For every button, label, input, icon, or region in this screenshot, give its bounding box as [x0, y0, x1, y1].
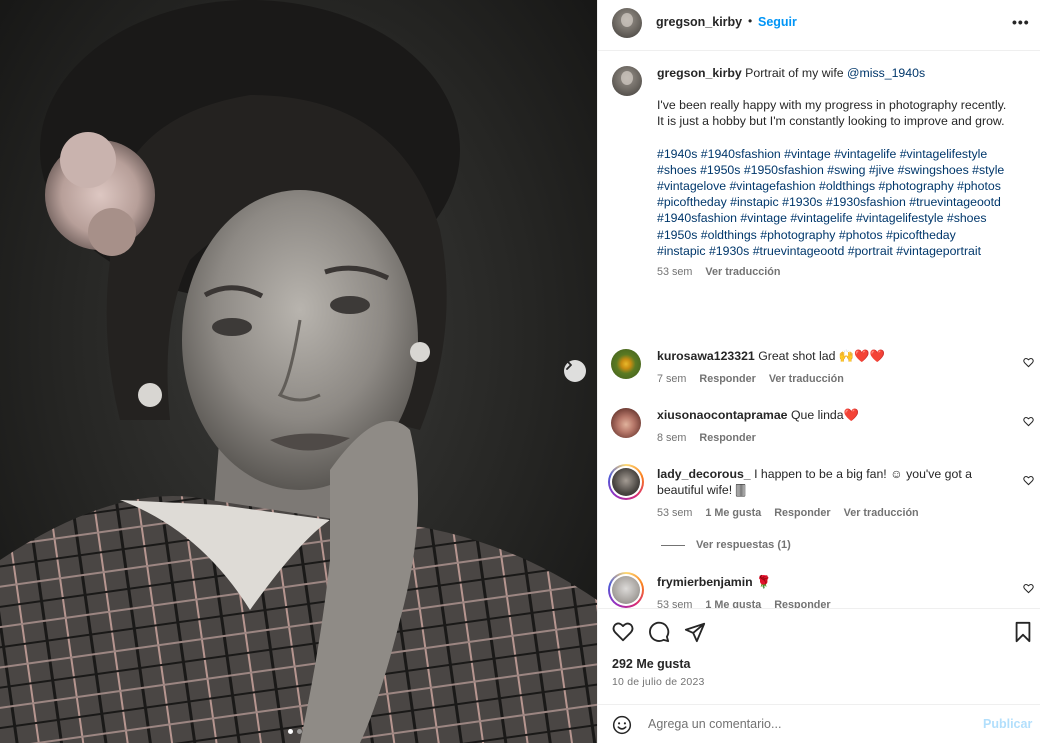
carousel-indicator — [288, 729, 302, 734]
story-ring[interactable] — [608, 464, 644, 500]
caption-line-2: It is just a hobby but I'm constantly lo… — [657, 114, 1005, 129]
comment-heart-icon[interactable] — [1023, 583, 1034, 594]
add-comment-bar: Publicar — [598, 704, 1040, 743]
view-replies-label: Ver respuestas (1) — [696, 539, 791, 551]
carousel-dot-active — [288, 729, 293, 734]
commenter-avatar[interactable] — [611, 408, 641, 438]
reply-button[interactable]: Responder — [774, 507, 830, 519]
caption-time[interactable]: 53 sem — [657, 266, 692, 278]
story-ring[interactable] — [608, 572, 644, 608]
publish-button[interactable]: Publicar — [983, 717, 1032, 731]
comment-meta: 8 sem Responder — [657, 432, 766, 444]
translate-link[interactable]: Ver traducción — [769, 373, 844, 385]
post-caption: gregson_kirby Portrait of my wife @miss_… — [657, 65, 1007, 280]
reply-button[interactable]: Responder — [774, 599, 830, 608]
translate-link[interactable]: Ver traducción — [844, 507, 919, 519]
header-separator: • — [748, 14, 753, 28]
post-photo[interactable] — [0, 0, 597, 743]
comment-body: 🌹 — [756, 575, 772, 589]
more-options-icon[interactable]: ••• — [1012, 14, 1030, 30]
carousel-dot — [297, 729, 302, 734]
reply-button[interactable]: Responder — [699, 432, 755, 444]
bookmark-icon[interactable] — [1013, 621, 1033, 643]
caption-author-avatar[interactable] — [612, 66, 642, 96]
comment-icon[interactable] — [648, 621, 670, 643]
caption-translate-link[interactable]: Ver traducción — [705, 266, 780, 278]
comment-input[interactable] — [648, 713, 968, 735]
view-replies-button[interactable]: Ver respuestas (1) — [661, 539, 791, 551]
comment-username[interactable]: kurosawa123321 — [657, 349, 755, 363]
comment-meta: 7 sem Responder Ver traducción — [657, 373, 854, 385]
comment-time[interactable]: 7 sem — [657, 373, 686, 385]
comment-heart-icon[interactable] — [1023, 475, 1034, 486]
chevron-right-icon — [566, 360, 572, 370]
caption-meta: 53 sem Ver traducción — [657, 264, 1007, 280]
commenter-avatar[interactable] — [611, 349, 641, 379]
comment-username[interactable]: frymierbenjamin — [657, 575, 753, 589]
comment-text: kurosawa123321 Great shot lad 🙌❤️❤️ — [657, 348, 997, 364]
comment-time[interactable]: 53 sem — [657, 507, 692, 519]
comment-username[interactable]: xiusonaocontapramae — [657, 408, 788, 422]
caption-mention[interactable]: @miss_1940s — [847, 66, 925, 80]
commenter-avatar[interactable] — [612, 576, 640, 604]
heart-icon[interactable] — [612, 621, 634, 643]
comment-text: lady_decorous_ I happen to be a big fan!… — [657, 466, 997, 498]
post-header: gregson_kirby • Seguir ••• — [598, 0, 1040, 51]
comment-meta: 53 sem 1 Me gusta Responder Ver traducci… — [657, 507, 929, 519]
commenter-avatar[interactable] — [612, 468, 640, 496]
caption-line-1: I've been really happy with my progress … — [657, 98, 1007, 113]
likes-count[interactable]: 292 Me gusta — [612, 657, 691, 671]
portrait-image — [0, 0, 597, 743]
author-avatar[interactable] — [612, 8, 642, 38]
share-icon[interactable] — [684, 621, 706, 643]
caption-username[interactable]: gregson_kirby — [657, 66, 742, 80]
comment-heart-icon[interactable] — [1023, 416, 1034, 427]
comment-username[interactable]: lady_decorous_ — [657, 467, 751, 481]
comment-text: frymierbenjamin 🌹 — [657, 574, 997, 590]
comment-time[interactable]: 53 sem — [657, 599, 692, 608]
post-date: 10 de julio de 2023 — [612, 676, 705, 688]
comment-likes[interactable]: 1 Me gusta — [705, 507, 761, 519]
caption-hashtags[interactable]: #1940s #1940sfashion #vintage #vintageli… — [657, 146, 1007, 259]
comment-time[interactable]: 8 sem — [657, 432, 686, 444]
comment-text: xiusonaocontapramae Que linda❤️ — [657, 407, 997, 423]
author-username[interactable]: gregson_kirby — [656, 15, 742, 29]
next-photo-button[interactable] — [564, 360, 586, 382]
reply-button[interactable]: Responder — [699, 373, 755, 385]
comment-heart-icon[interactable] — [1023, 357, 1034, 368]
comment-body: Que linda❤️ — [790, 408, 859, 422]
comment-likes[interactable]: 1 Me gusta — [705, 599, 761, 608]
emoji-icon[interactable] — [612, 715, 632, 735]
post-details-panel: gregson_kirby • Seguir ••• gregson_kirby… — [597, 0, 1040, 743]
comment-body: Great shot lad 🙌❤️❤️ — [758, 349, 885, 363]
follow-button[interactable]: Seguir — [758, 15, 797, 29]
caption-text: Portrait of my wife — [745, 66, 844, 80]
comment-meta: 53 sem 1 Me gusta Responder — [657, 599, 841, 608]
comments-scroll-area[interactable]: gregson_kirby Portrait of my wife @miss_… — [598, 52, 1040, 608]
post-actions: 292 Me gusta 10 de julio de 2023 — [598, 608, 1040, 704]
